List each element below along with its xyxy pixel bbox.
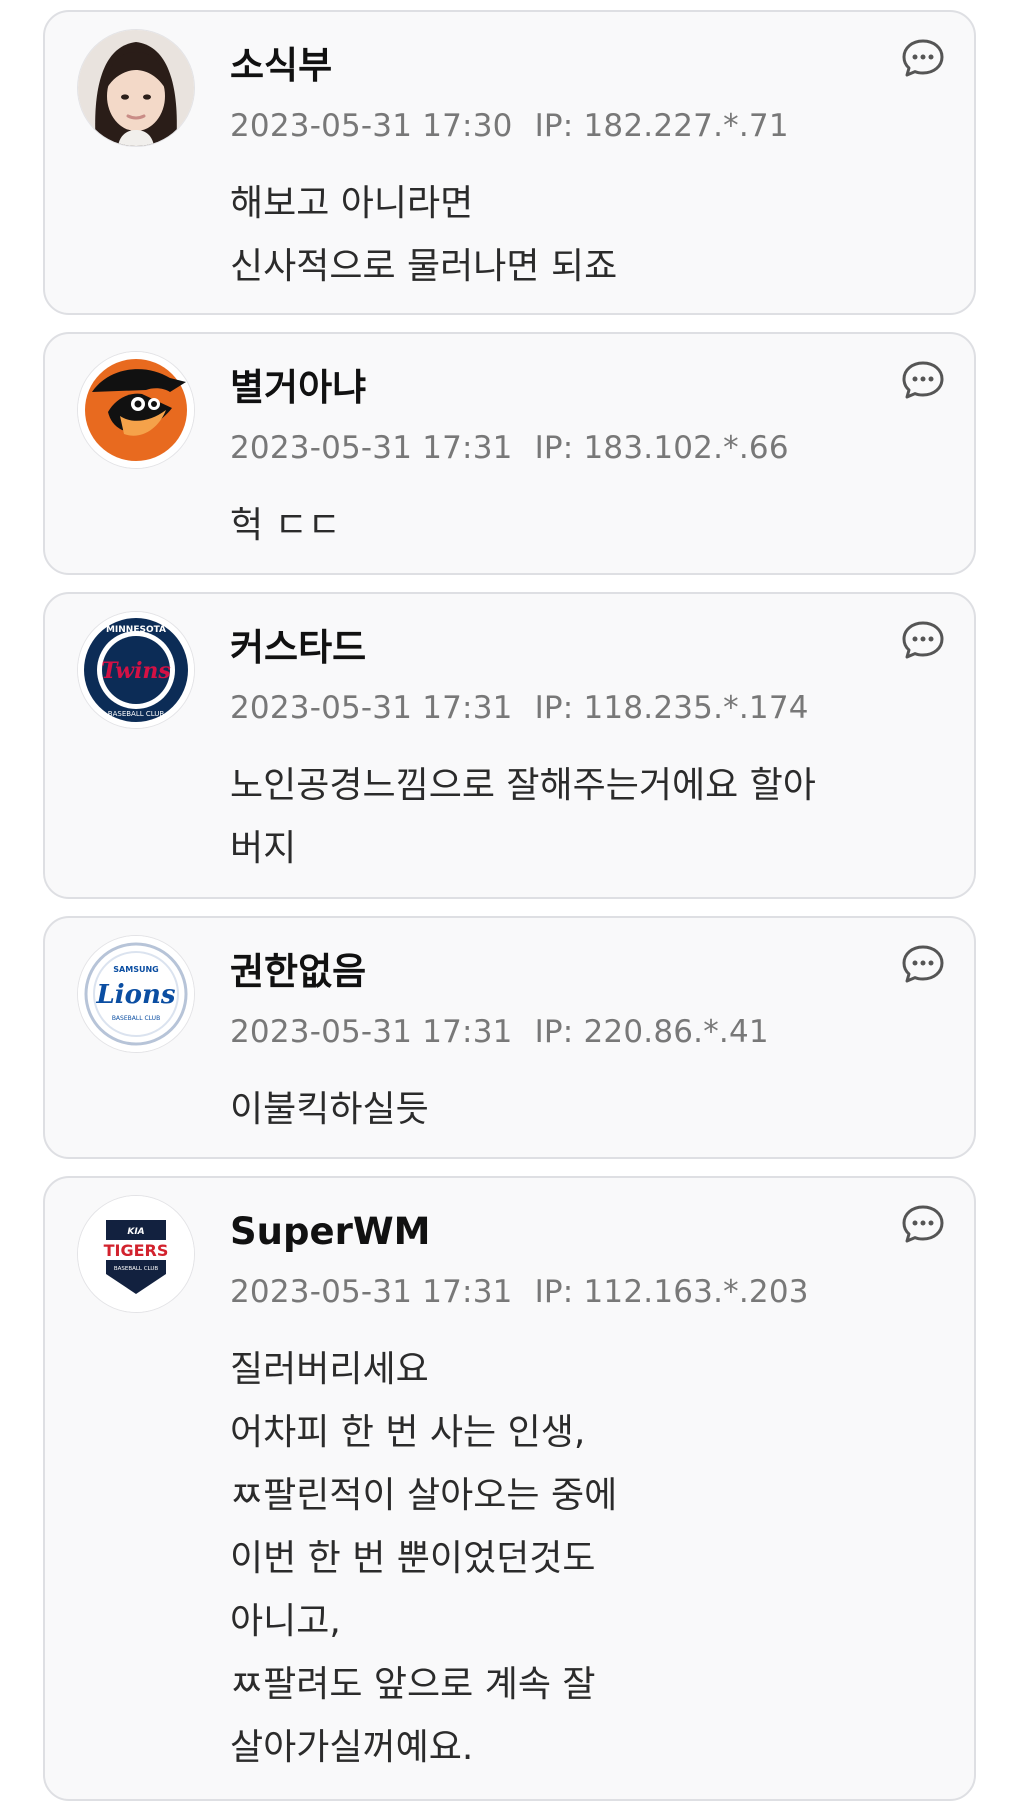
comment-meta: 2023-05-31 17:31 IP: 112.163.*.203 <box>230 1272 809 1312</box>
comment-line: 버지 <box>230 828 297 869</box>
twins-logo: MINNESOTA Twins BASEBALL CLUB <box>78 612 194 728</box>
comment-line: 살아가실꺼예요. <box>230 1727 474 1768</box>
avatar[interactable] <box>78 30 194 146</box>
avatar[interactable] <box>78 352 194 468</box>
comment-line: 어차피 한 번 사는 인생, <box>230 1412 586 1453</box>
lions-logo: SAMSUNG Lions BASEBALL CLUB <box>78 936 194 1052</box>
comment-body: 이불킥하실듯 <box>230 1078 944 1141</box>
logo-brand-text: KIA <box>127 1227 144 1237</box>
comment-card: 별거아냐 2023-05-31 17:31 IP: 183.102.*.66 헉 … <box>43 332 976 575</box>
comment-date: 2023-05-31 17:31 <box>230 1274 513 1310</box>
comment-ip: IP: 118.235.*.174 <box>534 690 809 726</box>
comment-body: 헉 ㄷㄷ <box>230 494 944 557</box>
logo-team-name: TIGERS <box>104 1241 169 1260</box>
comment-line: 이불킥하실듯 <box>230 1089 429 1130</box>
logo-sub-text: BASEBALL CLUB <box>114 1266 159 1272</box>
comment-ip: IP: 112.163.*.203 <box>534 1274 809 1310</box>
logo-ring-text: MINNESOTA <box>106 625 166 635</box>
comment-ip: IP: 183.102.*.66 <box>534 430 789 466</box>
avatar[interactable]: MINNESOTA Twins BASEBALL CLUB <box>78 612 194 728</box>
comment-line: 신사적으로 물러나면 되죠 <box>230 246 618 287</box>
nickname[interactable]: 별거아냐 <box>230 366 366 410</box>
nickname[interactable]: SuperWM <box>230 1210 430 1254</box>
comment-line: ㅉ팔려도 앞으로 계속 잘 <box>230 1664 596 1705</box>
avatar[interactable]: KIA TIGERS BASEBALL CLUB <box>78 1196 194 1312</box>
logo-sub-text: BASEBALL CLUB <box>112 1015 160 1022</box>
comment-line: 아니고, <box>230 1601 341 1642</box>
reply-bubble-icon[interactable] <box>901 38 945 78</box>
logo-top-text: SAMSUNG <box>113 965 158 974</box>
comment-date: 2023-05-31 17:31 <box>230 430 513 466</box>
comment-line: 이번 한 번 뿐이었던것도 <box>230 1538 596 1579</box>
comment-meta: 2023-05-31 17:31 IP: 118.235.*.174 <box>230 688 809 728</box>
comment-body: 질러버리세요 어차피 한 번 사는 인생, ㅉ팔린적이 살아오는 중에 이번 한… <box>230 1338 944 1779</box>
logo-sub-text: BASEBALL CLUB <box>108 710 165 718</box>
reply-bubble-icon[interactable] <box>901 620 945 660</box>
comment-meta: 2023-05-31 17:31 IP: 183.102.*.66 <box>230 428 789 468</box>
comment-line: 노인공경느낌으로 잘해주는거에요 할아 <box>230 765 816 806</box>
comment-meta: 2023-05-31 17:31 IP: 220.86.*.41 <box>230 1012 769 1052</box>
comment-line: 해보고 아니라면 <box>230 183 474 224</box>
nickname[interactable]: 소식부 <box>230 44 332 88</box>
nickname[interactable]: 커스타드 <box>230 626 366 670</box>
comment-date: 2023-05-31 17:30 <box>230 108 513 144</box>
comment-card: SAMSUNG Lions BASEBALL CLUB 권한없음 2023-05… <box>43 916 976 1159</box>
comment-line: ㅉ팔린적이 살아오는 중에 <box>230 1475 618 1516</box>
comment-date: 2023-05-31 17:31 <box>230 690 513 726</box>
comment-card: MINNESOTA Twins BASEBALL CLUB 커스타드 2023-… <box>43 592 976 899</box>
person-avatar-image <box>78 30 194 146</box>
comment-body: 노인공경느낌으로 잘해주는거에요 할아 버지 <box>230 754 944 880</box>
comment-date: 2023-05-31 17:31 <box>230 1014 513 1050</box>
tigers-logo: KIA TIGERS BASEBALL CLUB <box>78 1196 194 1312</box>
comment-line: 헉 ㄷㄷ <box>230 505 341 546</box>
comment-body: 해보고 아니라면 신사적으로 물러나면 되죠 <box>230 172 944 298</box>
reply-bubble-icon[interactable] <box>901 944 945 984</box>
nickname[interactable]: 권한없음 <box>230 950 366 994</box>
comment-card: 소식부 2023-05-31 17:30 IP: 182.227.*.71 해보고… <box>43 10 976 315</box>
reply-bubble-icon[interactable] <box>901 1204 945 1244</box>
comment-ip: IP: 182.227.*.71 <box>534 108 789 144</box>
comment-card: KIA TIGERS BASEBALL CLUB SuperWM 2023-05… <box>43 1176 976 1801</box>
comment-line: 질러버리세요 <box>230 1349 429 1390</box>
comment-meta: 2023-05-31 17:30 IP: 182.227.*.71 <box>230 106 789 146</box>
avatar[interactable]: SAMSUNG Lions BASEBALL CLUB <box>78 936 194 1052</box>
orioles-logo <box>78 352 194 468</box>
logo-team-name: Lions <box>95 980 175 1010</box>
reply-bubble-icon[interactable] <box>901 360 945 400</box>
comment-ip: IP: 220.86.*.41 <box>534 1014 769 1050</box>
logo-team-name: Twins <box>101 658 171 684</box>
